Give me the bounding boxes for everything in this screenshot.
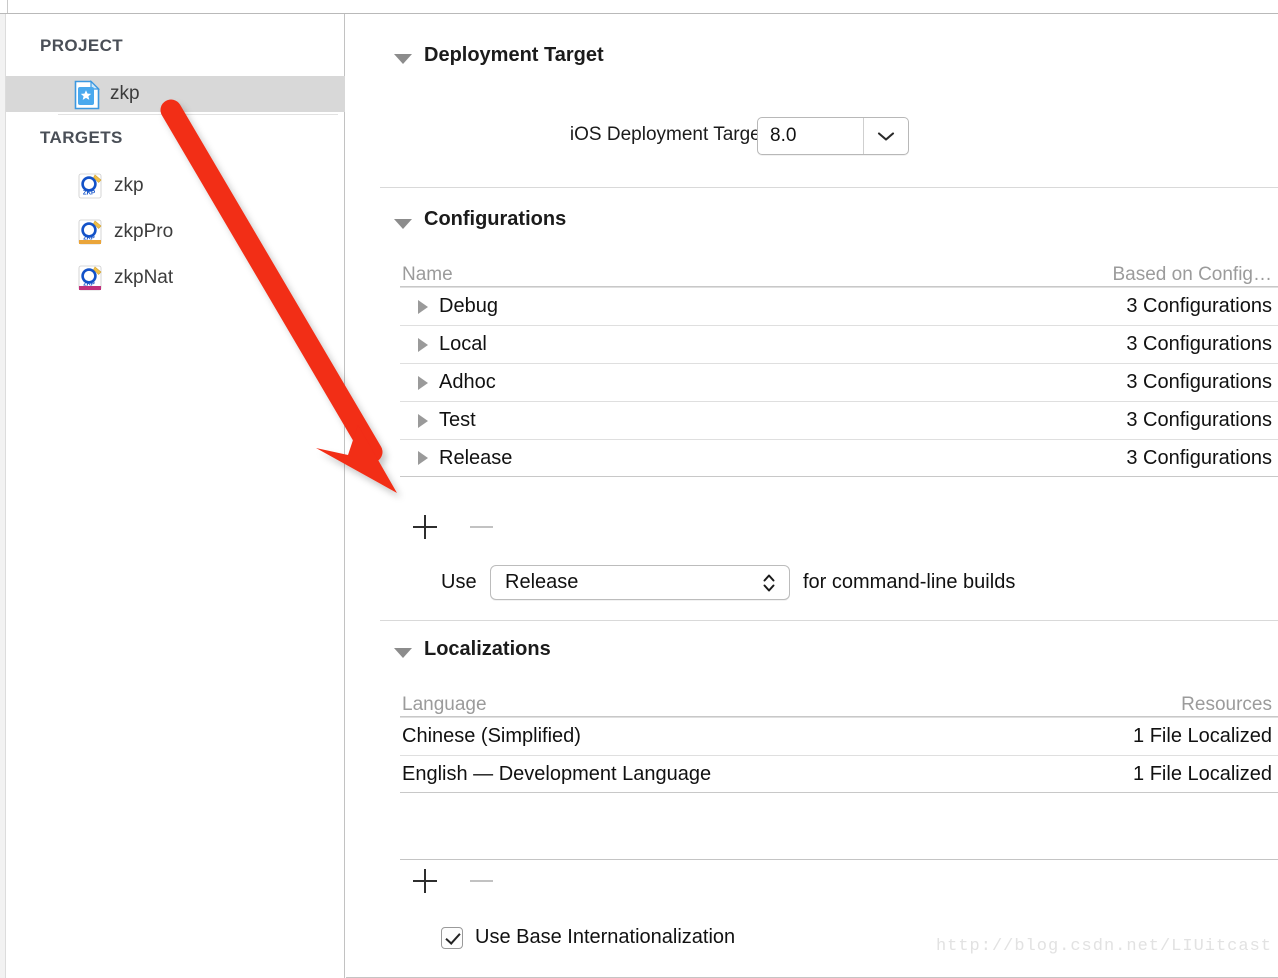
configuration-name: Adhoc <box>439 371 496 393</box>
use-base-internationalization-row[interactable]: Use Base Internationalization <box>441 926 735 949</box>
chevron-up-down-icon <box>749 572 789 594</box>
chevron-down-icon[interactable] <box>864 118 908 154</box>
localization-resources[interactable]: 1 File Localized <box>1032 763 1278 786</box>
configuration-based-on[interactable]: 3 Configurations <box>1032 295 1278 318</box>
disclosure-triangle-icon[interactable] <box>418 337 428 352</box>
sidebar-item-target-zkpPro[interactable]: ZKP zkpPro <box>6 214 345 250</box>
project-section-header: PROJECT <box>40 36 124 55</box>
sidebar-item-project-zkp[interactable]: zkp <box>6 76 345 112</box>
sidebar-item-label: zkpPro <box>114 221 174 242</box>
column-header-resources[interactable]: Resources <box>1032 694 1278 716</box>
targets-section-header: TARGETS <box>40 128 123 147</box>
localizations-table-header: Language Resources <box>400 682 1278 716</box>
table-row[interactable]: Debug 3 Configurations <box>400 287 1278 325</box>
svg-text:ZKP: ZKP <box>83 190 95 197</box>
disclosure-triangle-icon[interactable] <box>418 299 428 314</box>
disclosure-triangle-icon[interactable] <box>418 413 428 428</box>
table-row[interactable]: English — Development Language 1 File Lo… <box>400 755 1278 793</box>
configurations-table-header: Name Based on Config… <box>400 252 1278 286</box>
table-row[interactable]: Chinese (Simplified) 1 File Localized <box>400 717 1278 755</box>
disclosure-triangle-configurations[interactable] <box>394 219 412 229</box>
disclosure-triangle-localizations[interactable] <box>394 648 412 658</box>
disclosure-triangle-icon[interactable] <box>418 375 428 390</box>
use-base-internationalization-label: Use Base Internationalization <box>475 926 736 948</box>
configuration-name: Test <box>439 409 476 431</box>
localization-language: English — Development Language <box>402 762 712 785</box>
section-separator-2 <box>380 620 1278 621</box>
sidebar-item-label: zkpNat <box>114 267 174 288</box>
configuration-name: Local <box>439 333 487 355</box>
disclosure-triangle-icon[interactable] <box>418 451 428 465</box>
localizations-add-remove-controls <box>410 866 496 896</box>
localizations-table: Language Resources Chinese (Simplified) … <box>400 682 1278 793</box>
configuration-based-on[interactable]: 3 Configurations <box>1032 409 1278 432</box>
app-target-icon: ZKP <box>78 218 104 246</box>
configuration-based-on[interactable]: 3 Configurations <box>1032 371 1278 394</box>
localizations-remove-button <box>466 866 496 896</box>
commandline-builds-prefix-label: Use <box>441 571 477 593</box>
commandline-build-configuration-value: Release <box>505 571 579 593</box>
configuration-based-on[interactable]: 3 Configurations <box>1032 447 1278 470</box>
configurations-remove-button <box>466 512 496 542</box>
localization-language: Chinese (Simplified) <box>402 725 581 747</box>
project-editor-pane: Deployment Target iOS Deployment Target … <box>346 14 1278 978</box>
section-separator-1 <box>380 187 1278 188</box>
table-row[interactable]: Test 3 Configurations <box>400 401 1278 439</box>
column-header-language[interactable]: Language <box>400 694 1032 716</box>
section-title-localizations: Localizations <box>424 638 551 660</box>
configuration-name: Debug <box>439 295 498 317</box>
table-row[interactable]: Release 3 Configurations <box>400 439 1278 477</box>
configuration-based-on[interactable]: 3 Configurations <box>1032 333 1278 356</box>
section-title-deployment-target: Deployment Target <box>424 44 604 66</box>
watermark-text: http://blog.csdn.net/LIUitcast <box>935 937 1272 956</box>
table-row[interactable]: Local 3 Configurations <box>400 325 1278 363</box>
column-header-based-on[interactable]: Based on Config… <box>1032 264 1278 286</box>
configurations-table: Name Based on Config… Debug 3 Configurat… <box>400 252 1278 477</box>
configurations-add-button[interactable] <box>410 512 440 542</box>
project-document-icon <box>74 80 100 110</box>
commandline-build-configuration-popup[interactable]: Release <box>490 565 790 600</box>
table-row[interactable]: Adhoc 3 Configurations <box>400 363 1278 401</box>
commandline-builds-suffix-label: for command-line builds <box>803 571 1016 593</box>
localizations-footer-rule <box>400 859 1278 860</box>
sidebar-scrollbar[interactable] <box>0 14 6 978</box>
use-base-internationalization-checkbox[interactable] <box>441 926 463 949</box>
ios-deployment-target-label: iOS Deployment Target <box>569 124 766 145</box>
sidebar-item-label: zkp <box>110 83 140 104</box>
app-target-icon: ZKP <box>78 264 104 292</box>
sidebar-item-label: zkp <box>114 175 144 196</box>
ios-deployment-target-combobox[interactable]: 8.0 <box>757 117 909 155</box>
sidebar-divider <box>58 114 338 115</box>
ios-deployment-target-value[interactable]: 8.0 <box>758 118 864 154</box>
localizations-add-button[interactable] <box>410 866 440 896</box>
disclosure-triangle-deployment-target[interactable] <box>394 54 412 64</box>
app-target-icon: ZKP <box>78 172 104 200</box>
column-header-name[interactable]: Name <box>400 264 1032 286</box>
configuration-name: Release <box>439 446 513 469</box>
sidebar-item-target-zkp[interactable]: ZKP zkp <box>6 168 345 204</box>
section-title-configurations: Configurations <box>424 208 567 230</box>
sidebar-item-target-zkpNat[interactable]: ZKP zkpNat <box>6 260 345 296</box>
configurations-add-remove-controls <box>410 512 496 542</box>
localization-resources[interactable]: 1 File Localized <box>1032 725 1278 748</box>
sidebar-top-tick <box>7 0 8 13</box>
project-navigator-sidebar: PROJECT zkp TARGETS ZKP zkp ZKP zkpPro Z… <box>0 14 345 978</box>
